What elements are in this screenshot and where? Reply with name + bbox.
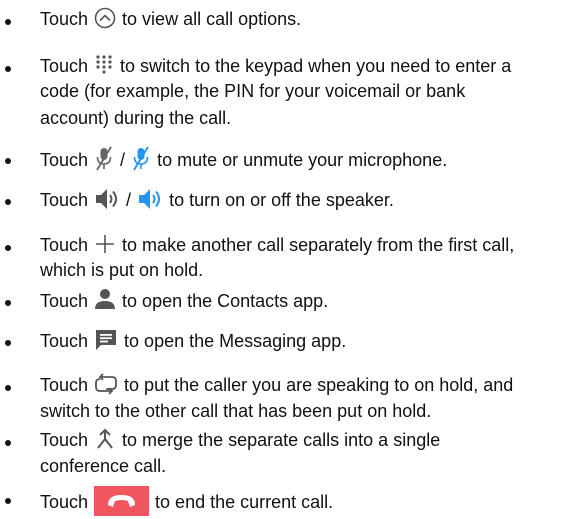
item-text: to switch to the keypad when you need to… xyxy=(120,56,512,76)
touch-word: Touch xyxy=(40,235,89,255)
item-line-continuation: switch to the other call that has been p… xyxy=(40,401,432,421)
bullet-dot xyxy=(5,498,11,504)
item-text: to end the current call. xyxy=(155,492,334,512)
contact-person-icon xyxy=(94,288,116,310)
touch-word: Touch xyxy=(40,375,89,395)
item-line: Touch to switch to the keypad when you ne… xyxy=(40,54,511,77)
chevron-up-circle-icon xyxy=(94,7,116,29)
end-call-icon xyxy=(94,486,150,516)
item-line: Touch to put the caller you are speaking … xyxy=(40,373,513,396)
item-line: Touch to merge the separate calls into a … xyxy=(40,428,440,451)
touch-word: Touch xyxy=(40,150,89,170)
item-line-continuation: code (for example, the PIN for your voic… xyxy=(40,81,466,101)
plus-icon xyxy=(94,233,116,255)
bullet-dot xyxy=(5,300,11,306)
touch-word: Touch xyxy=(40,331,89,351)
bullet-dot xyxy=(5,340,11,346)
item-text: to open the Contacts app. xyxy=(122,291,329,311)
touch-word: Touch xyxy=(40,9,89,29)
item-text: to turn on or off the speaker. xyxy=(169,190,394,210)
item-line: Touch / to mute or unmute your microphone. xyxy=(40,146,447,172)
item-line: Touch to end the current call. xyxy=(40,486,333,516)
speaker-active-icon xyxy=(137,187,163,211)
item-line-continuation: account) during the call. xyxy=(40,108,232,128)
slash-separator: / xyxy=(120,150,126,170)
item-line-continuation: conference call. xyxy=(40,456,167,476)
item-line: Touch to open the Contacts app. xyxy=(40,288,328,312)
item-text: to open the Messaging app. xyxy=(124,331,347,351)
bullet-dot xyxy=(5,245,11,251)
touch-word: Touch xyxy=(40,190,89,210)
touch-word: Touch xyxy=(40,291,89,311)
item-text: to mute or unmute your microphone. xyxy=(157,150,448,170)
bullet-dot xyxy=(5,385,11,391)
touch-word: Touch xyxy=(40,492,89,512)
item-line-continuation: which is put on hold. xyxy=(40,260,204,280)
item-text: to make another call separately from the… xyxy=(122,235,515,255)
message-icon xyxy=(94,328,118,352)
item-text: to merge the separate calls into a singl… xyxy=(122,430,441,450)
dialpad-icon xyxy=(94,54,114,74)
touch-word: Touch xyxy=(40,56,89,76)
speaker-icon xyxy=(94,187,120,211)
bullet-dot xyxy=(5,440,11,446)
bullet-dot xyxy=(5,158,11,164)
swap-calls-icon xyxy=(94,373,118,395)
bullet-dot xyxy=(5,19,11,25)
item-text: to put the caller you are speaking to on… xyxy=(124,375,514,395)
slash-separator: / xyxy=(126,190,132,210)
mute-active-icon xyxy=(131,146,151,172)
item-text: to view all call options. xyxy=(122,9,302,29)
item-line: Touch to make another call separately fro… xyxy=(40,233,514,256)
bullet-dot xyxy=(5,199,11,205)
item-line: Touch / to turn on or off the speaker. xyxy=(40,187,394,211)
touch-word: Touch xyxy=(40,430,89,450)
bullet-dot xyxy=(5,66,11,72)
merge-calls-icon xyxy=(94,428,116,450)
mute-icon xyxy=(94,146,114,172)
item-line: Touch to open the Messaging app. xyxy=(40,328,346,352)
item-line: Touch to view all call options. xyxy=(40,7,301,30)
instruction-list: Touch to view all call options. Touch to s… xyxy=(0,0,582,519)
